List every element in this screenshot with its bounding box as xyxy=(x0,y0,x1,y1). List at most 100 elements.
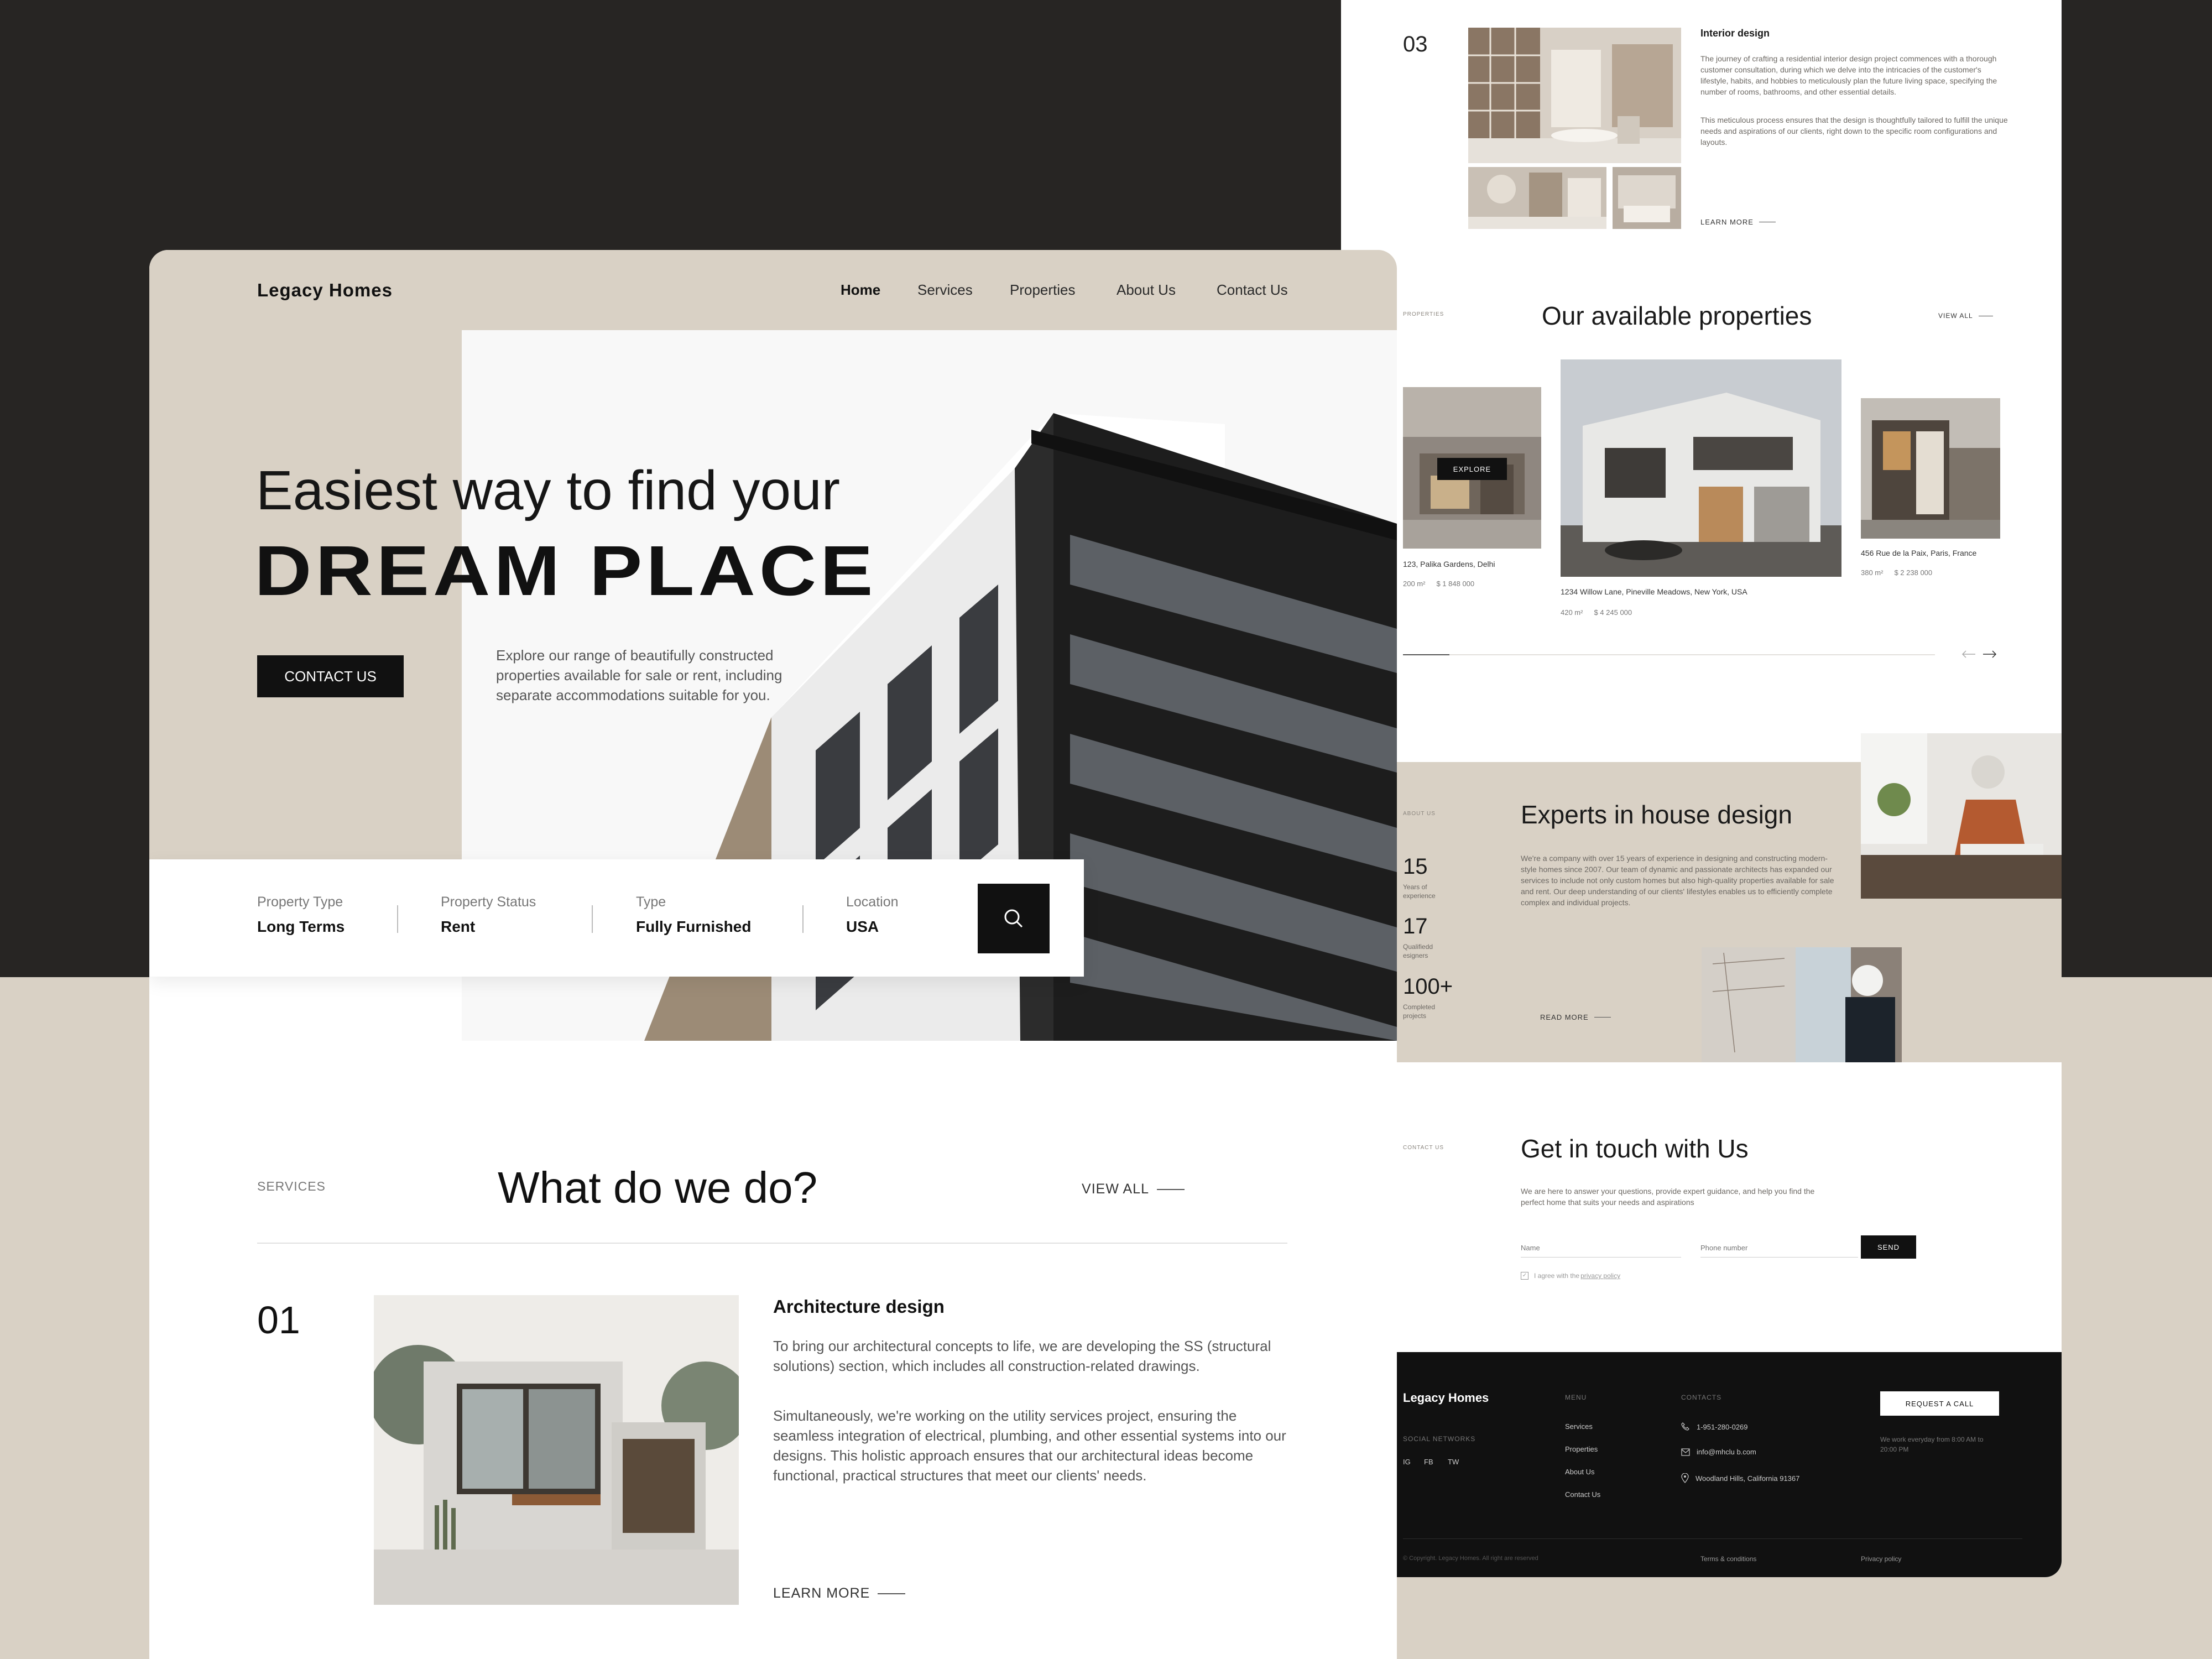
search-field-type[interactable]: Type Fully Furnished xyxy=(636,894,751,936)
hero-side-band xyxy=(149,330,462,933)
property-meta: 420 m² $ 4 245 000 xyxy=(1561,608,1632,617)
phone-icon xyxy=(1681,1422,1690,1431)
property-address: 1234 Willow Lane, Pineville Meadows, New… xyxy=(1561,587,1747,596)
privacy-link[interactable]: Privacy policy xyxy=(1861,1555,1901,1563)
name-input[interactable] xyxy=(1521,1239,1681,1258)
arrow-left-icon[interactable] xyxy=(1961,649,1976,659)
phone-input[interactable] xyxy=(1700,1239,1858,1258)
learn-more-link[interactable]: LEARN MORE xyxy=(1700,218,1776,226)
learn-more-link[interactable]: LEARN MORE xyxy=(773,1585,906,1601)
main-page: Legacy Homes Home Services Properties Ab… xyxy=(149,250,1397,1659)
agree-checkbox[interactable]: ✓ xyxy=(1521,1272,1528,1280)
request-call-button[interactable]: REQUEST A CALL xyxy=(1880,1391,1999,1416)
carousel-track[interactable] xyxy=(1403,654,1935,655)
section-tag: PROPERTIES xyxy=(1403,311,1444,317)
contact-us-button[interactable]: CONTACT US xyxy=(257,655,404,697)
menu-title: MENU xyxy=(1565,1394,1587,1401)
about-image-woman xyxy=(1861,733,2062,899)
service-number: 01 xyxy=(257,1298,300,1342)
nav-contact-us[interactable]: Contact Us xyxy=(1217,281,1288,299)
footer-phone[interactable]: 1-951-280-0269 xyxy=(1681,1422,1748,1431)
copyright: © Copyright. Legacy Homes. All right are… xyxy=(1403,1555,1538,1562)
divider xyxy=(397,905,398,933)
search-field-property-type[interactable]: Property Type Long Terms xyxy=(257,894,345,936)
search-field-location[interactable]: Location USA xyxy=(846,894,899,936)
search-field-value: Rent xyxy=(441,918,476,935)
arrow-line-icon xyxy=(878,1593,906,1594)
stat-label: Completed projects xyxy=(1403,1003,1436,1020)
send-button[interactable]: SEND xyxy=(1861,1235,1916,1259)
search-field-value: Long Terms xyxy=(257,918,345,935)
property-card-image[interactable] xyxy=(1561,359,1841,577)
contacts-title: CONTACTS xyxy=(1681,1394,1722,1401)
mail-icon xyxy=(1681,1448,1690,1456)
view-all-link[interactable]: VIEW ALL xyxy=(1082,1181,1185,1197)
footer-divider xyxy=(1403,1538,2022,1539)
search-button[interactable] xyxy=(978,884,1050,953)
carousel-thumb[interactable] xyxy=(1403,654,1449,655)
property-area: 420 m² xyxy=(1561,608,1583,617)
privacy-policy-link[interactable]: privacy policy xyxy=(1580,1272,1620,1280)
nav-about-us[interactable]: About Us xyxy=(1117,281,1176,299)
hero-heading-line2: DREAM PLACE xyxy=(254,531,877,611)
working-hours: We work everyday from 8:00 AM to 20:00 P… xyxy=(1880,1436,1984,1453)
terms-link[interactable]: Terms & conditions xyxy=(1700,1555,1756,1563)
social-tw[interactable]: TW xyxy=(1448,1458,1459,1466)
section-title: What do we do? xyxy=(498,1163,818,1212)
about-text: We're a company with over 15 years of ex… xyxy=(1521,854,1834,907)
footer-menu-properties[interactable]: Properties xyxy=(1565,1445,1598,1453)
service-paragraph-1: The journey of crafting a residential in… xyxy=(1700,54,1997,96)
footer-logo[interactable]: Legacy Homes xyxy=(1403,1391,1489,1405)
footer-menu-about[interactable]: About Us xyxy=(1565,1468,1594,1476)
agree-row: ✓ I agree with the privacy policy xyxy=(1521,1272,1620,1280)
agree-label: I agree with the xyxy=(1534,1272,1580,1280)
stat-label: Qualifiedd esigners xyxy=(1403,943,1433,959)
property-card-image[interactable]: EXPLORE xyxy=(1403,387,1541,549)
site-logo[interactable]: Legacy Homes xyxy=(257,280,393,301)
architecture-image xyxy=(374,1295,739,1605)
address-text: Woodland Hills, California 91367 xyxy=(1695,1474,1800,1483)
explore-button[interactable]: EXPLORE xyxy=(1437,458,1507,480)
social-ig[interactable]: IG xyxy=(1403,1458,1411,1466)
social-fb[interactable]: FB xyxy=(1424,1458,1433,1466)
interior-image-main xyxy=(1468,28,1681,163)
interior-image-thumb-1 xyxy=(1468,167,1606,229)
arrow-line-icon xyxy=(1157,1188,1185,1190)
section-divider xyxy=(257,1243,1287,1244)
divider xyxy=(592,905,593,933)
nav-home[interactable]: Home xyxy=(841,281,880,299)
hero-description: Explore our range of beautifully constru… xyxy=(496,647,782,703)
search-field-label: Property Status xyxy=(441,894,536,910)
hero-heading-line1: Easiest way to find your xyxy=(256,460,841,521)
search-icon xyxy=(1003,907,1025,930)
section-title: Experts in house design xyxy=(1521,800,1792,829)
view-all-label: VIEW ALL xyxy=(1082,1181,1149,1197)
section-title: Our available properties xyxy=(1542,301,1812,330)
nav-properties[interactable]: Properties xyxy=(1010,281,1076,299)
stat-label: Years of experience xyxy=(1403,883,1436,900)
arrow-line-icon xyxy=(1594,1017,1611,1018)
search-field-value: USA xyxy=(846,918,879,935)
footer-menu-services[interactable]: Services xyxy=(1565,1422,1593,1431)
view-all-label: VIEW ALL xyxy=(1938,312,1973,320)
email-text: info@mhclu b.com xyxy=(1697,1448,1756,1456)
arrow-right-icon[interactable] xyxy=(1983,649,1997,659)
search-field-property-status[interactable]: Property Status Rent xyxy=(441,894,536,936)
property-address: 456 Rue de la Paix, Paris, France xyxy=(1861,549,1977,557)
footer-email[interactable]: info@mhclu b.com xyxy=(1681,1448,1756,1456)
nav-services[interactable]: Services xyxy=(917,281,973,299)
stat-number: 100+ xyxy=(1403,974,1453,999)
property-card-image[interactable] xyxy=(1861,398,2000,539)
service-title: Interior design xyxy=(1700,28,1770,39)
view-all-link[interactable]: VIEW ALL xyxy=(1938,312,1993,320)
footer-menu-contact[interactable]: Contact Us xyxy=(1565,1490,1600,1499)
read-more-link[interactable]: READ MORE xyxy=(1540,1013,1611,1021)
secondary-page-preview: 03 Interior design The journey of crafti… xyxy=(1341,0,2062,1577)
phone-text: 1-951-280-0269 xyxy=(1697,1422,1748,1431)
service-number: 03 xyxy=(1403,32,1428,56)
property-address: 123, Palika Gardens, Delhi xyxy=(1403,560,1495,568)
about-image-architect xyxy=(1702,947,1902,1062)
service-paragraph-2: Simultaneously, we're working on the uti… xyxy=(773,1407,1286,1484)
property-price: $ 2 238 000 xyxy=(1894,568,1933,577)
learn-more-label: LEARN MORE xyxy=(1700,218,1754,226)
